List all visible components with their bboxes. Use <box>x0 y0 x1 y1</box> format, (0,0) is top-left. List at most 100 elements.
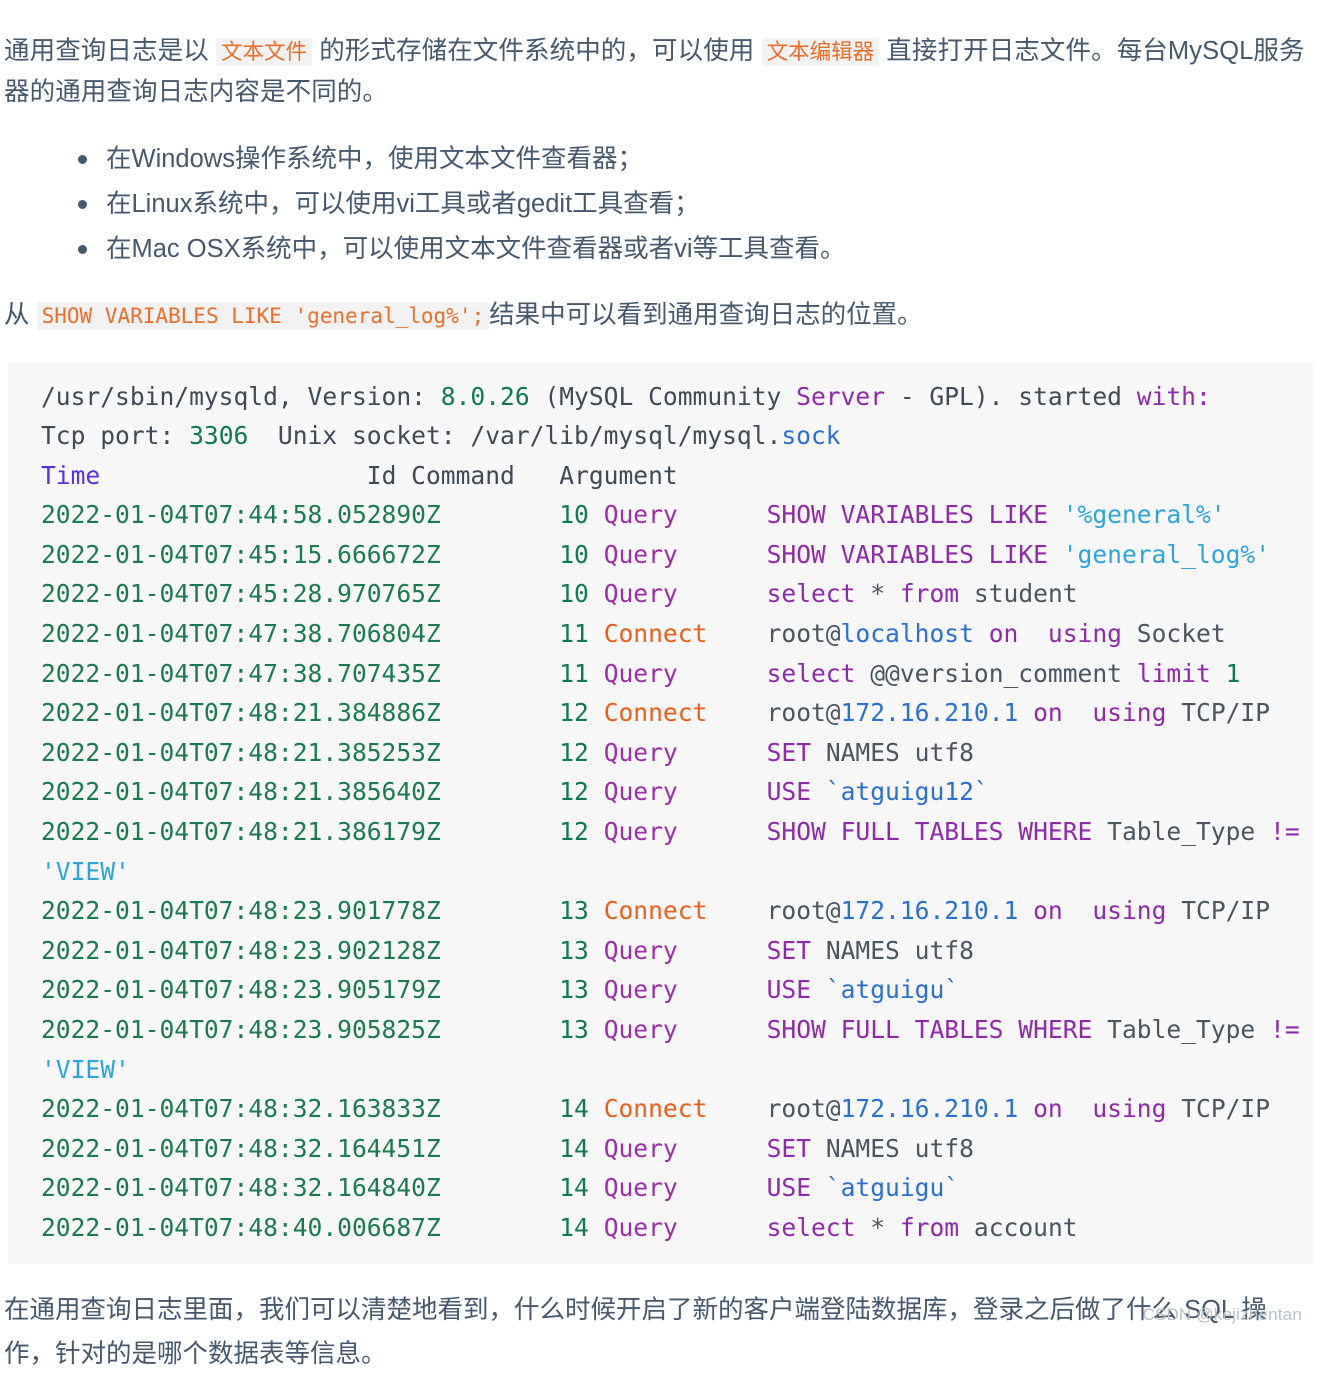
log-gap <box>441 619 559 648</box>
log-argument: select @@version_comment limit 1 <box>767 659 1241 688</box>
sql-token: '%general%' <box>1062 500 1226 530</box>
mysqld-path: /usr/sbin/mysqld, <box>41 381 293 411</box>
log-command: Query <box>603 579 678 609</box>
log-gap <box>707 1094 766 1123</box>
log-gap <box>678 500 767 529</box>
log-argument: SHOW VARIABLES LIKE 'general_log%' <box>767 540 1270 569</box>
log-gap <box>678 659 767 688</box>
log-gap <box>441 500 559 529</box>
inline-code-text-file: 文本文件 <box>216 37 313 66</box>
list-item: 在Windows操作系统中，使用文本文件查看器； <box>78 137 1318 182</box>
log-connection-id: 13 <box>559 935 589 965</box>
log-gap <box>589 1015 604 1044</box>
log-connection-id: 14 <box>559 1094 589 1124</box>
log-command: Query <box>603 777 678 807</box>
outro-paragraph: 在通用查询日志里面，我们可以清楚地看到，什么时候开启了新的客户端登陆数据库，登录… <box>4 1295 1267 1368</box>
log-command: Query <box>603 500 678 530</box>
log-command: Query <box>603 658 678 688</box>
sql-token: `atguigu12` <box>825 777 989 807</box>
sql-token: TCP/IP <box>1181 1094 1271 1124</box>
log-command: Query <box>603 935 678 965</box>
log-connection-id: 13 <box>559 1015 589 1044</box>
log-row: 2022-01-04T07:45:28.970765Z 10 Query sel… <box>8 574 1313 614</box>
log-gap <box>441 659 559 688</box>
sql-token: 1 <box>1225 658 1241 688</box>
log-gap <box>589 896 604 925</box>
sql-token: on <box>973 619 1034 649</box>
intro-text-part2: 的形式存储在文件系统中的，可以使用 <box>312 36 762 65</box>
with-keyword: with: <box>1121 381 1211 411</box>
sql-token: using <box>1077 698 1182 728</box>
sql-token: SET <box>766 1133 826 1163</box>
log-command: Connect <box>603 698 708 728</box>
sql-token: root@ <box>766 896 841 926</box>
log-gap <box>441 1213 559 1242</box>
unix-socket-label: Unix socket: /var/lib/mysql/mysql. <box>248 421 782 451</box>
log-gap <box>441 540 559 569</box>
log-command: Query <box>603 817 678 847</box>
log-gap <box>589 975 604 1004</box>
sql-token: on <box>1018 896 1078 926</box>
article-page: 通用查询日志是以 文本文件 的形式存储在文件系统中的，可以使用 文本编辑器 直接… <box>0 26 1318 1368</box>
log-gap <box>678 1015 767 1044</box>
sql-token: 172.16.210.1 <box>840 896 1019 926</box>
log-gap <box>589 777 604 806</box>
log-connection-id: 10 <box>559 500 589 530</box>
column-header-spacer1 <box>100 461 367 490</box>
lead-suffix: 结果中可以看到通用查询日志的位置。 <box>489 301 923 329</box>
log-row: 2022-01-04T07:48:40.006687Z 14 Query sel… <box>8 1208 1313 1248</box>
sql-token: on <box>1018 698 1078 728</box>
log-gap <box>441 579 559 608</box>
log-timestamp: 2022-01-04T07:48:23.905825Z <box>41 1015 441 1044</box>
log-command: Query <box>603 1212 678 1242</box>
log-row: 2022-01-04T07:48:32.164840Z 14 Query USE… <box>8 1168 1313 1208</box>
log-gap <box>678 1213 767 1242</box>
tcp-port-value: 3306 <box>189 421 249 451</box>
sql-token: NAMES utf8 <box>825 1133 974 1163</box>
log-argument: SET NAMES utf8 <box>767 936 974 965</box>
log-gap <box>589 659 604 688</box>
column-header-time: Time <box>41 460 101 490</box>
platform-list: 在Windows操作系统中，使用文本文件查看器； 在Linux系统中，可以使用vi… <box>0 137 1318 272</box>
server-keyword: Server <box>796 381 886 411</box>
log-connection-id: 12 <box>559 698 589 728</box>
log-connection-id: 10 <box>559 539 589 569</box>
sql-token: NAMES utf8 <box>825 737 974 767</box>
sql-token: root@ <box>766 698 841 728</box>
sql-token: SHOW FULL TABLES WHERE <box>766 817 1108 847</box>
log-gap <box>441 817 559 846</box>
log-timestamp: 2022-01-04T07:45:28.970765Z <box>41 579 441 609</box>
bullet-dot-icon <box>78 200 87 209</box>
log-argument: root@172.16.210.1 on using TCP/IP <box>767 896 1270 925</box>
inline-code-show-variables: SHOW VARIABLES LIKE 'general_log%'; <box>36 302 490 330</box>
log-connection-id: 14 <box>559 1212 589 1242</box>
list-item-label: 在Linux系统中，可以使用vi工具或者gedit工具查看； <box>106 190 700 218</box>
log-gap <box>678 738 767 767</box>
log-argument: select * from student <box>767 579 1078 608</box>
log-timestamp: 2022-01-04T07:48:23.901778Z <box>41 896 441 926</box>
log-timestamp: 2022-01-04T07:47:38.707435Z <box>41 658 441 688</box>
column-header-spacer2 <box>515 461 559 490</box>
sql-token: using <box>1033 619 1137 649</box>
log-gap <box>707 619 766 648</box>
log-gap <box>589 698 604 727</box>
log-argument: SET NAMES utf8 <box>767 738 974 767</box>
version-label: Version: <box>292 381 441 411</box>
log-row: 2022-01-04T07:48:23.905825Z 13 Query SHO… <box>8 1010 1313 1089</box>
log-command: Connect <box>603 1094 708 1124</box>
sql-token: from <box>899 579 974 609</box>
log-command: Query <box>603 737 678 767</box>
tcp-port-label: Tcp port: <box>41 421 190 451</box>
socket-extension: sock <box>781 421 841 451</box>
log-command: Query <box>603 1015 678 1044</box>
version-number: 8.0.26 <box>440 381 530 411</box>
sql-token: SET <box>766 935 826 965</box>
log-argument: root@localhost on using Socket <box>767 619 1226 648</box>
csdn-watermark: CSDN @kejizhentan <box>1142 1304 1302 1324</box>
log-timestamp: 2022-01-04T07:47:38.706804Z <box>41 619 441 649</box>
log-gap <box>441 896 559 925</box>
log-gap <box>441 936 559 965</box>
log-gap <box>678 579 767 608</box>
log-timestamp: 2022-01-04T07:48:23.902128Z <box>41 935 441 965</box>
log-gap <box>589 936 604 965</box>
